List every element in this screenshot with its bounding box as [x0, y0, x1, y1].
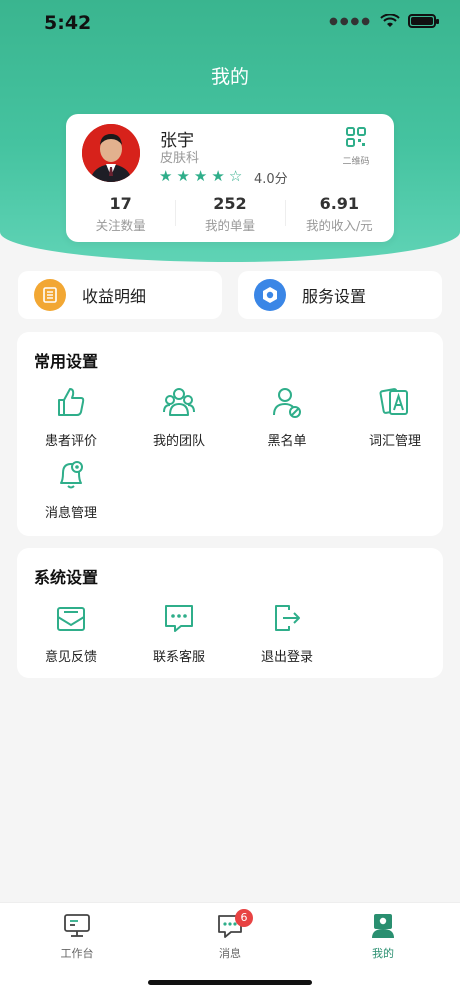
earnings-detail-button[interactable]: 收益明细: [18, 271, 222, 319]
profile-card[interactable]: 张宇 皮肤科 ★ ★ ★ ★ ☆ 4.0分 二维码 17 关注数量 252 我的…: [66, 114, 394, 242]
stat-value: 6.91: [319, 194, 360, 213]
status-bar: 5:42 ●●●●: [0, 0, 460, 50]
earnings-detail-label: 收益明细: [82, 287, 147, 306]
stat-label: 我的单量: [204, 218, 255, 233]
logout-label: 退出登录: [260, 650, 313, 665]
rating-stars: ★ ★ ★ ★ ☆: [159, 167, 242, 185]
tab-messages-label: 消息: [219, 947, 241, 960]
workbench-icon: [64, 914, 90, 937]
avatar[interactable]: [82, 124, 140, 182]
doctor-department: 皮肤科: [160, 151, 200, 166]
blacklist-icon: [273, 388, 301, 418]
logout-icon: [275, 605, 300, 631]
patient-reviews-button[interactable]: 患者评价: [21, 384, 121, 449]
qr-code-icon: [346, 127, 366, 147]
stat-value: 17: [109, 194, 132, 213]
feedback-label: 意见反馈: [44, 650, 97, 665]
system-settings-title: 系统设置: [34, 568, 99, 587]
my-team-button[interactable]: 我的团队: [129, 384, 229, 449]
service-settings-icon: [254, 279, 286, 311]
team-icon: [163, 388, 195, 416]
tab-workbench[interactable]: 工作台: [37, 913, 117, 961]
message-bell-icon: [60, 461, 83, 489]
star-filled-icon: ★: [211, 167, 225, 185]
my-team-label: 我的团队: [152, 434, 205, 449]
system-settings-section: 系统设置 意见反馈 联系客服 退出登录: [17, 548, 443, 678]
stat-followers[interactable]: 17 关注数量: [66, 194, 175, 234]
page-title: 我的: [210, 66, 249, 88]
blacklist-button[interactable]: 黑名单: [237, 384, 337, 449]
tab-profile-label: 我的: [372, 947, 394, 960]
patient-reviews-label: 患者评价: [44, 434, 97, 449]
customer-service-button[interactable]: 联系客服: [129, 600, 229, 665]
tab-workbench-label: 工作台: [60, 947, 94, 960]
signal-icon: ●●●●: [329, 15, 372, 27]
status-time: 5:42: [44, 12, 92, 34]
message-management-button[interactable]: 消息管理: [21, 456, 121, 521]
tab-profile[interactable]: 我的: [343, 913, 423, 961]
unread-badge: 6: [235, 909, 253, 927]
star-filled-icon: ★: [176, 167, 190, 185]
star-filled-icon: ★: [159, 167, 173, 185]
battery-icon: [408, 14, 439, 28]
service-settings-button[interactable]: 服务设置: [238, 271, 442, 319]
ledger-icon: [34, 279, 66, 311]
wifi-icon: [380, 14, 400, 27]
vocabulary-icon: [379, 388, 408, 415]
service-settings-label: 服务设置: [302, 287, 367, 306]
qr-code-button[interactable]: 二维码: [338, 126, 374, 167]
home-indicator: [148, 980, 312, 985]
stat-label: 我的收入/元: [305, 218, 373, 233]
profile-stats: 17 关注数量 252 我的单量 6.91 我的收入/元: [66, 194, 394, 234]
common-settings-section: 常用设置 患者评价 我的团队 黑名单 词汇管理 消息管理: [17, 332, 443, 536]
blacklist-label: 黑名单: [267, 434, 307, 449]
customer-service-label: 联系客服: [152, 650, 205, 665]
stat-label: 关注数量: [95, 218, 146, 233]
vocabulary-management-label: 词汇管理: [368, 434, 421, 449]
stat-value: 252: [213, 194, 247, 213]
feedback-button[interactable]: 意见反馈: [21, 600, 121, 665]
common-settings-title: 常用设置: [34, 352, 99, 371]
tab-messages[interactable]: 6 消息: [190, 909, 270, 961]
star-empty-icon: ☆: [228, 167, 243, 185]
stat-income[interactable]: 6.91 我的收入/元: [284, 194, 394, 234]
stat-orders[interactable]: 252 我的单量: [175, 194, 284, 234]
qr-code-label: 二维码: [342, 157, 370, 167]
status-icons: ●●●●: [329, 14, 439, 28]
rating-score: 4.0分: [254, 172, 288, 187]
customer-service-icon: [165, 605, 193, 632]
thumbs-up-icon: [58, 388, 85, 416]
profile-icon: [372, 914, 394, 938]
vocabulary-management-button[interactable]: 词汇管理: [345, 384, 445, 449]
message-management-label: 消息管理: [44, 506, 97, 521]
feedback-mail-icon: [57, 607, 85, 631]
star-filled-icon: ★: [193, 167, 208, 185]
logout-button[interactable]: 退出登录: [237, 600, 337, 665]
